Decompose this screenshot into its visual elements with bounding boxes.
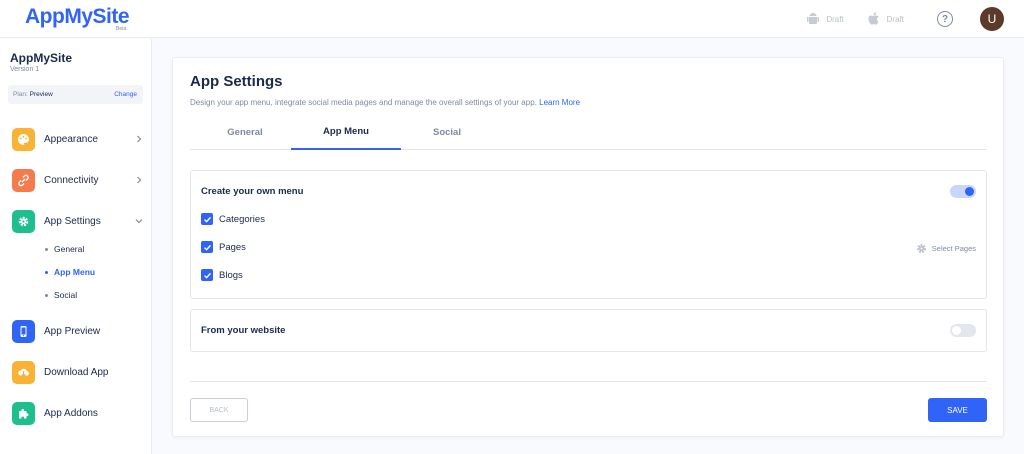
save-button[interactable]: SAVE <box>928 398 987 422</box>
custom-menu-toggle[interactable] <box>950 185 976 198</box>
android-status[interactable]: Draft <box>805 11 844 27</box>
help-icon[interactable]: ? <box>937 11 953 27</box>
sidebar-sub-general[interactable]: General <box>45 244 84 254</box>
sidebar-item-app-addons[interactable]: App Addons <box>12 401 147 425</box>
sidebar-item-label: Connectivity <box>44 174 99 186</box>
bullet-icon <box>45 293 48 297</box>
sidebar-item-label: App Preview <box>44 325 101 337</box>
ios-status[interactable]: Draft <box>866 11 904 27</box>
sidebar-sub-app-menu[interactable]: App Menu <box>45 267 95 277</box>
check-icon <box>203 244 211 251</box>
option-pages[interactable]: Pages <box>201 241 246 253</box>
settings-tabs: General App Menu Social <box>190 114 987 150</box>
sidebar-app-version: Version 1 <box>10 66 40 73</box>
chevron-down-icon <box>135 219 143 224</box>
option-label: Blogs <box>219 269 243 281</box>
sidebar-sub-label: App Menu <box>54 267 96 277</box>
palette-icon <box>12 127 35 151</box>
gear-icon <box>916 244 926 253</box>
android-status-text: Draft <box>826 14 844 24</box>
top-bar-actions: Draft Draft ? U <box>783 7 1004 31</box>
sidebar: AppMySite Version 1 Plan: Preview Change… <box>0 39 152 454</box>
sidebar-sub-social[interactable]: Social <box>45 290 77 300</box>
plan-label-text: Plan: <box>13 91 28 98</box>
android-icon <box>805 11 821 27</box>
back-button[interactable]: BACK <box>190 398 248 422</box>
sidebar-item-label: Download App <box>44 366 109 378</box>
website-menu-panel: From your website <box>190 309 987 352</box>
page-title: App Settings <box>190 73 283 90</box>
top-bar: AppMySite Beta Draft Draft ? U <box>0 0 1024 38</box>
sidebar-item-appearance[interactable]: Appearance <box>12 127 147 151</box>
chevron-right-icon <box>137 135 142 143</box>
gear-icon <box>12 209 35 233</box>
checkbox-pages[interactable] <box>201 241 213 253</box>
ios-status-text: Draft <box>886 14 904 24</box>
subtitle-text: Design your app menu, integrate social m… <box>190 98 537 107</box>
option-categories[interactable]: Categories <box>201 213 265 225</box>
tab-general[interactable]: General <box>190 114 300 150</box>
user-avatar[interactable]: U <box>980 7 1004 31</box>
sidebar-item-label: Appearance <box>44 133 98 145</box>
tab-social[interactable]: Social <box>392 114 502 150</box>
chevron-right-icon <box>137 176 142 184</box>
sidebar-item-label: App Addons <box>44 407 98 419</box>
option-label: Pages <box>219 241 246 253</box>
puzzle-icon <box>12 401 35 425</box>
custom-menu-title: Create your own menu <box>201 186 304 197</box>
website-menu-toggle[interactable] <box>950 324 976 337</box>
select-pages-button[interactable]: Select Pages <box>916 243 976 254</box>
custom-menu-panel: Create your own menu Categories Pages Bl… <box>190 170 987 299</box>
plan-box: Plan: Preview Change <box>8 85 143 104</box>
plan-value: Preview <box>29 91 53 98</box>
footer-divider <box>190 381 987 382</box>
select-pages-label: Select Pages <box>931 244 976 253</box>
sidebar-item-app-preview[interactable]: App Preview <box>12 319 147 343</box>
option-blogs[interactable]: Blogs <box>201 269 243 281</box>
bullet-icon <box>45 270 48 274</box>
sidebar-item-download-app[interactable]: Download App <box>12 360 147 384</box>
check-icon <box>203 216 211 223</box>
app-logo[interactable]: AppMySite <box>25 5 130 29</box>
sidebar-sub-label: General <box>54 244 85 254</box>
sidebar-sub-label: Social <box>54 290 78 300</box>
learn-more-link[interactable]: Learn More <box>539 98 580 107</box>
check-icon <box>203 272 211 279</box>
apple-icon <box>866 11 882 27</box>
app-settings-card: App Settings Design your app menu, integ… <box>172 57 1004 437</box>
plan-change-link[interactable]: Change <box>114 91 137 98</box>
bullet-icon <box>45 247 48 251</box>
beta-badge: Beta <box>116 26 127 32</box>
checkbox-blogs[interactable] <box>201 269 213 281</box>
sidebar-item-app-settings[interactable]: App Settings <box>12 209 147 233</box>
sidebar-item-label: App Settings <box>44 215 101 227</box>
option-label: Categories <box>219 213 265 225</box>
plan-label: Plan: Preview <box>13 91 53 98</box>
phone-icon <box>12 319 35 343</box>
tab-app-menu[interactable]: App Menu <box>291 114 401 150</box>
cloud-download-icon <box>12 360 35 384</box>
website-menu-title: From your website <box>201 325 286 336</box>
sidebar-app-name: AppMySite <box>10 51 73 65</box>
link-icon <box>12 168 35 192</box>
sidebar-item-connectivity[interactable]: Connectivity <box>12 168 147 192</box>
checkbox-categories[interactable] <box>201 213 213 225</box>
page-subtitle: Design your app menu, integrate social m… <box>190 98 580 107</box>
